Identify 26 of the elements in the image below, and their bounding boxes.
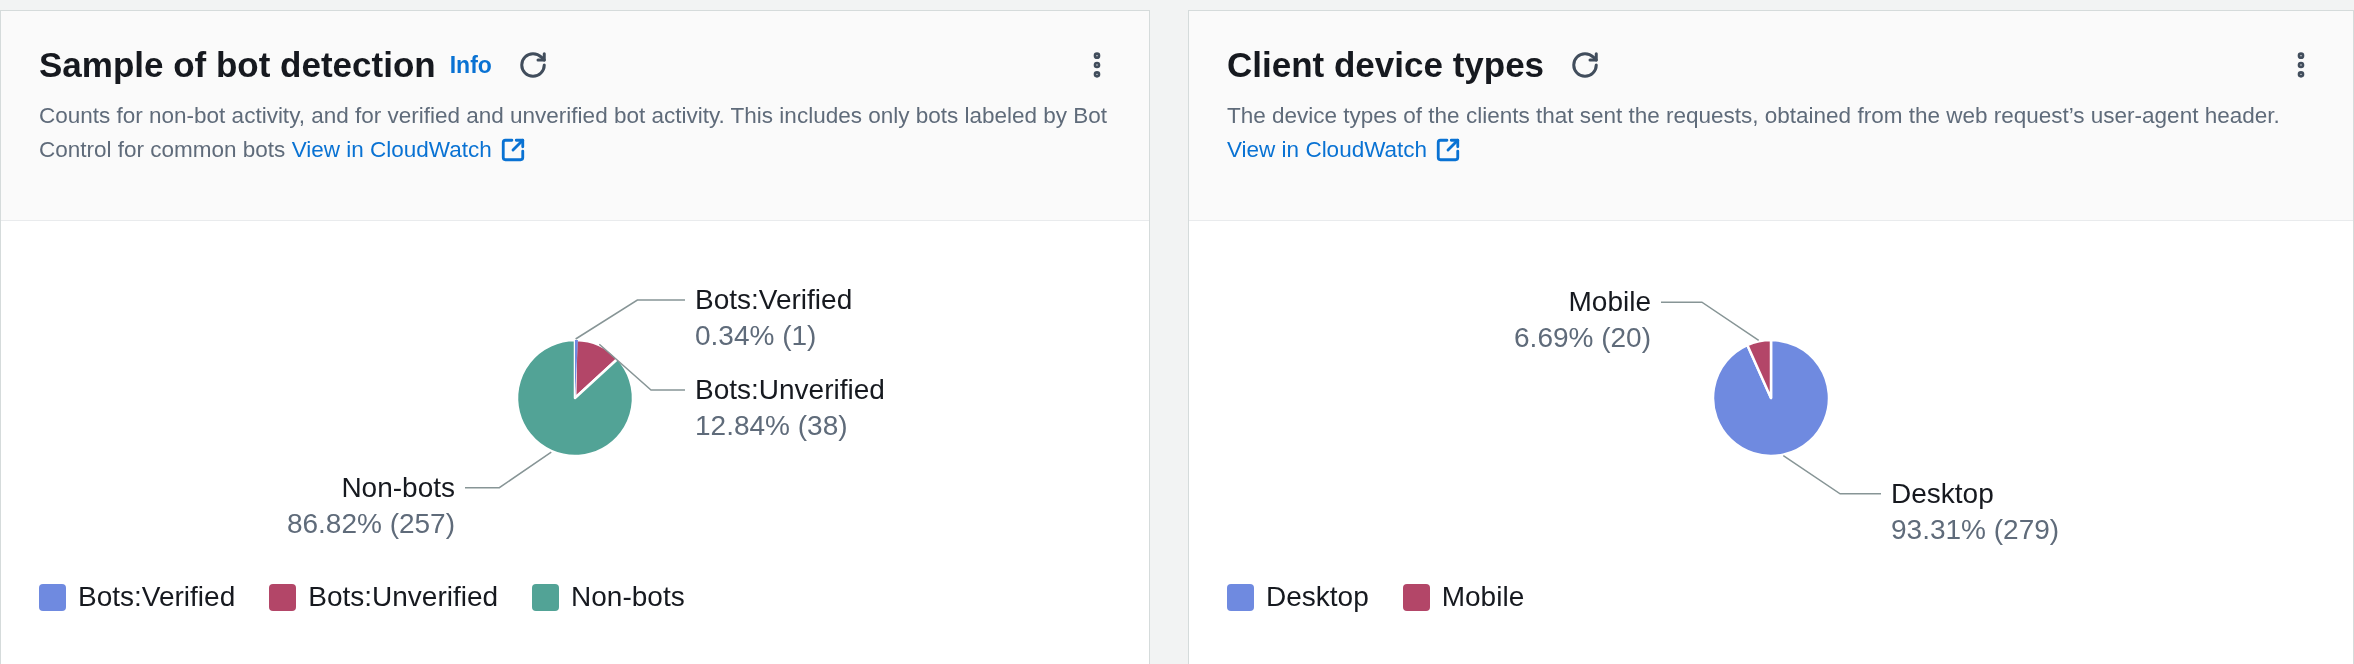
slice-value: 86.82% (257) xyxy=(286,507,455,539)
legend-label: Desktop xyxy=(1266,581,1369,613)
legend-label: Non-bots xyxy=(571,581,685,613)
refresh-icon[interactable] xyxy=(517,50,548,80)
external-link-icon xyxy=(1435,137,1462,163)
slice-label: Bots:Verified xyxy=(695,284,853,315)
slice-label: Desktop xyxy=(1891,477,1994,509)
slice-value: 0.34% (1) xyxy=(695,320,817,351)
legend-label: Bots:Verified xyxy=(78,581,236,613)
info-link[interactable]: Info xyxy=(449,51,492,79)
slice-label: Mobile xyxy=(1568,286,1651,318)
refresh-icon[interactable] xyxy=(1570,50,1601,80)
external-link-icon xyxy=(499,137,526,163)
cloudwatch-link[interactable]: View in CloudWatch xyxy=(291,133,526,167)
card-description: The device types of the clients that sent the requests, obtained from the web request’s user-agent header. View in CloudWatch xyxy=(1227,99,2317,167)
slice-label: Non-bots xyxy=(341,471,455,503)
slice-label: Bots:Unverified xyxy=(695,374,885,405)
card-title: Client device types xyxy=(1227,45,1545,85)
slice-value: 93.31% (279) xyxy=(1891,513,2060,545)
card-description: Counts for non-bot activity, and for verified and unverified bot activity. This includes only bots labeled by Bot Control for common bots View in CloudWatch xyxy=(39,99,1113,167)
card-title: Sample of bot detection xyxy=(39,45,436,85)
legend-label: Mobile xyxy=(1441,581,1525,613)
slice-value: 6.69% (20) xyxy=(1514,322,1651,354)
cloudwatch-link[interactable]: View in CloudWatch xyxy=(1227,133,1462,167)
slice-value: 12.84% (38) xyxy=(695,410,848,441)
legend-label: Bots:Unverified xyxy=(308,581,499,613)
